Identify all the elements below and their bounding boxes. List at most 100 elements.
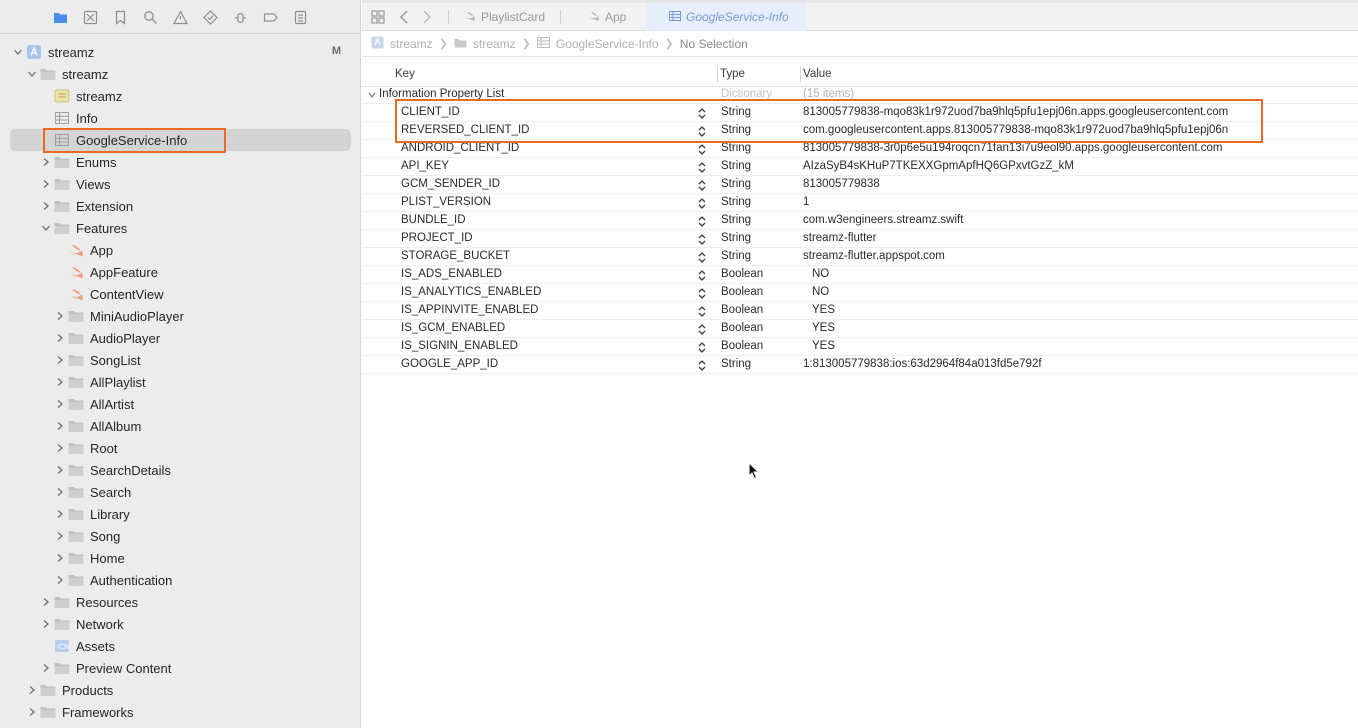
chevron-right-icon[interactable] [54,376,66,388]
type-stepper-icon[interactable] [697,287,707,300]
folder-icon[interactable] [50,7,70,27]
jumpbar-selection[interactable]: No Selection [680,37,748,51]
breakpoint-icon[interactable] [260,7,280,27]
tree-item-streamz[interactable]: streamz [0,63,361,85]
tree-item-library[interactable]: Library [0,503,361,525]
type-stepper-icon[interactable] [697,125,707,138]
plist-value[interactable]: NO [812,286,829,298]
plist-row-storage-bucket[interactable]: STORAGE_BUCKET String streamz-flutter.apps… [362,248,1358,266]
type-stepper-icon[interactable] [697,161,707,174]
tree-item-songlist[interactable]: SongList [0,349,361,371]
plist-value[interactable]: YES [812,322,835,334]
plist-type[interactable]: String [721,142,751,154]
tree-item-audioplayer[interactable]: AudioPlayer [0,327,361,349]
chevron-right-icon[interactable] [54,464,66,476]
jumpbar-crumb[interactable]: streamz [473,37,516,51]
plist-row-android-client-id[interactable]: ANDROID_CLIENT_ID String 813005779838-3r0p… [362,140,1358,158]
type-stepper-icon[interactable] [697,143,707,156]
plist-key[interactable]: IS_SIGNIN_ENABLED [401,340,518,352]
tree-item-streamz[interactable]: streamz M [0,41,361,63]
back-icon[interactable] [397,9,413,25]
chevron-right-icon[interactable] [54,552,66,564]
plist-value[interactable]: YES [812,340,835,352]
chevron-right-icon[interactable] [54,574,66,586]
chevron-down-icon[interactable] [12,46,24,58]
jumpbar-crumb[interactable]: streamz [390,37,433,51]
plist-key[interactable]: IS_APPINVITE_ENABLED [401,304,538,316]
tab-app[interactable]: App [576,3,646,31]
issue-icon[interactable] [170,7,190,27]
report-icon[interactable] [290,7,310,27]
tree-item-extension[interactable]: Extension [0,195,361,217]
tree-item-searchdetails[interactable]: SearchDetails [0,459,361,481]
type-stepper-icon[interactable] [697,305,707,318]
type-stepper-icon[interactable] [697,233,707,246]
tree-item-streamz[interactable]: streamz [0,85,361,107]
tree-item-allplaylist[interactable]: AllPlaylist [0,371,361,393]
column-header-type[interactable]: Type [720,62,745,86]
plist-value[interactable]: 1 [803,196,809,208]
tab-playlistcard[interactable]: PlaylistCard [452,3,560,31]
plist-type[interactable]: String [721,124,751,136]
plist-row-is-ads-enabled[interactable]: IS_ADS_ENABLED Boolean NO [362,266,1358,284]
plist-key[interactable]: GOOGLE_APP_ID [401,358,498,370]
chevron-right-icon[interactable] [54,398,66,410]
tree-item-root[interactable]: Root [0,437,361,459]
plist-value[interactable]: streamz-flutter [803,232,877,244]
tree-item-info[interactable]: Info [0,107,361,129]
chevron-right-icon[interactable] [40,200,52,212]
plist-type[interactable]: Boolean [721,286,763,298]
plist-key[interactable]: REVERSED_CLIENT_ID [401,124,529,136]
type-stepper-icon[interactable] [697,215,707,228]
test-icon[interactable] [200,7,220,27]
chevron-right-icon[interactable] [26,706,38,718]
tree-item-frameworks[interactable]: Frameworks [0,701,361,723]
chevron-right-icon[interactable] [54,530,66,542]
tree-item-app[interactable]: App [0,239,361,261]
plist-value[interactable]: YES [812,304,835,316]
plist-type[interactable]: String [721,232,751,244]
plist-row-is-gcm-enabled[interactable]: IS_GCM_ENABLED Boolean YES [362,320,1358,338]
plist-root-row[interactable]: Information Property List Dictionary (15… [362,86,1358,104]
plist-type[interactable]: String [721,160,751,172]
type-stepper-icon[interactable] [697,251,707,264]
chevron-right-icon[interactable] [54,508,66,520]
tree-item-views[interactable]: Views [0,173,361,195]
plist-row-gcm-sender-id[interactable]: GCM_SENDER_ID String 813005779838 [362,176,1358,194]
source-control-icon[interactable] [80,7,100,27]
chevron-down-icon[interactable] [26,68,38,80]
plist-value[interactable]: NO [812,268,829,280]
tree-item-authentication[interactable]: Authentication [0,569,361,591]
column-divider[interactable] [800,66,801,82]
plist-value[interactable]: com.googleusercontent.apps.813005779838-… [803,124,1228,136]
plist-value[interactable]: 813005779838-mqo83k1r972uod7ba9hlq5pfu1e… [803,106,1228,118]
plist-row-bundle-id[interactable]: BUNDLE_ID String com.w3engineers.streamz.s… [362,212,1358,230]
chevron-right-icon[interactable] [54,332,66,344]
plist-type[interactable]: String [721,214,751,226]
plist-row-reversed-client-id[interactable]: REVERSED_CLIENT_ID String com.googleuserco… [362,122,1358,140]
tree-item-network[interactable]: Network [0,613,361,635]
plist-key[interactable]: IS_ADS_ENABLED [401,268,502,280]
bookmark-icon[interactable] [110,7,130,27]
chevron-right-icon[interactable] [40,618,52,630]
plist-key[interactable]: STORAGE_BUCKET [401,250,510,262]
grid-icon[interactable] [370,9,386,25]
plist-value[interactable]: 1:813005779838:ios:63d2964f84a013fd5e792… [803,358,1042,370]
chevron-right-icon[interactable] [26,684,38,696]
plist-key[interactable]: CLIENT_ID [401,106,460,118]
plist-row-is-signin-enabled[interactable]: IS_SIGNIN_ENABLED Boolean YES [362,338,1358,356]
plist-value[interactable]: 813005779838 [803,178,880,190]
type-stepper-icon[interactable] [697,197,707,210]
chevron-right-icon[interactable] [40,662,52,674]
plist-type[interactable]: String [721,178,751,190]
tree-item-search[interactable]: Search [0,481,361,503]
plist-key[interactable]: PLIST_VERSION [401,196,491,208]
plist-key[interactable]: IS_GCM_ENABLED [401,322,505,334]
chevron-right-icon[interactable] [54,420,66,432]
plist-key[interactable]: GCM_SENDER_ID [401,178,500,190]
jumpbar-crumb[interactable]: GoogleService-Info [556,37,659,51]
forward-icon[interactable] [418,9,434,25]
type-stepper-icon[interactable] [697,179,707,192]
type-stepper-icon[interactable] [697,359,707,372]
tree-item-appfeature[interactable]: AppFeature [0,261,361,283]
